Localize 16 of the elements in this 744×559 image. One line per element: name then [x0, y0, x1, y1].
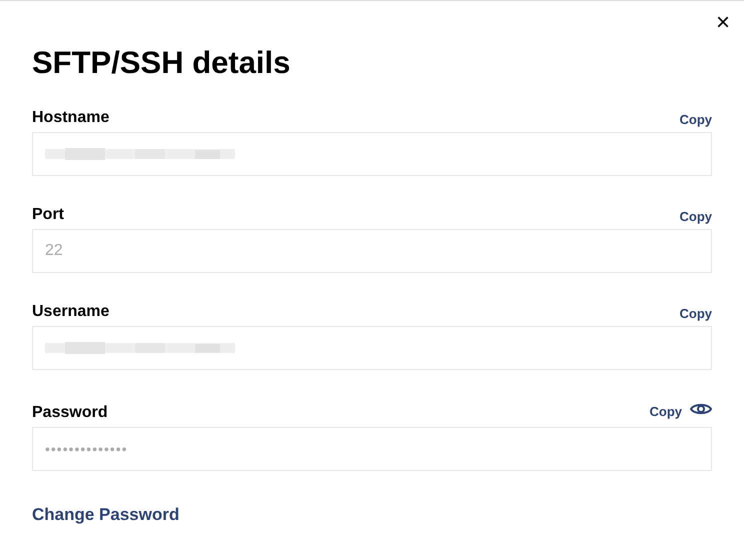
field-label: Hostname: [32, 110, 110, 126]
input-field[interactable]: [32, 326, 712, 370]
field-label: Port: [32, 207, 64, 223]
dialog-title: SFTP/SSH details: [32, 47, 292, 78]
eye-icon[interactable]: [690, 401, 712, 417]
change-password-link[interactable]: Change Password: [32, 502, 180, 528]
copy-link[interactable]: Copy: [650, 404, 682, 418]
copy-link[interactable]: Copy: [680, 307, 712, 320]
input-field[interactable]: [32, 132, 712, 176]
field-value: ••••••••••••••: [45, 440, 128, 458]
close-button[interactable]: ×: [716, 11, 730, 35]
copy-link[interactable]: Copy: [680, 113, 712, 126]
field-label: Password: [32, 405, 108, 421]
copy-link[interactable]: Copy: [680, 210, 712, 223]
field-value: 22: [45, 241, 63, 261]
field-label: Username: [32, 304, 110, 320]
